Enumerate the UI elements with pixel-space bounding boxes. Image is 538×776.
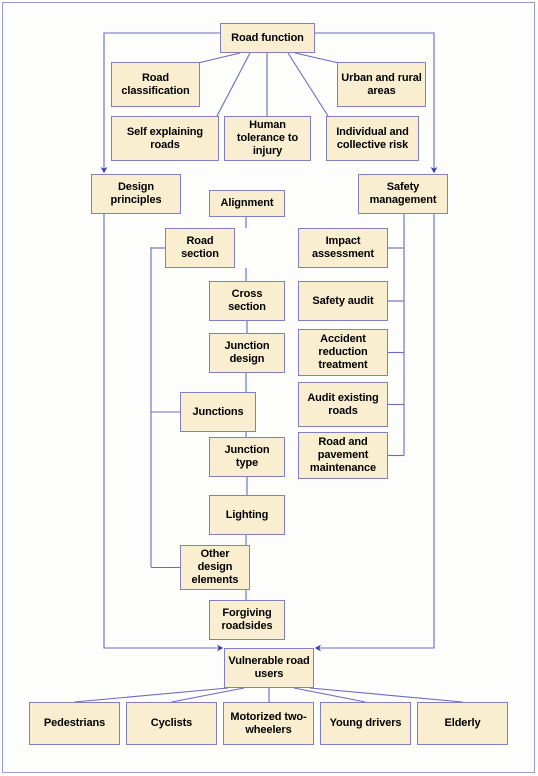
node-junctions[interactable]: Junctions	[180, 392, 256, 432]
node-elderly[interactable]: Elderly	[417, 702, 508, 745]
node-label: Design principles	[95, 181, 177, 207]
node-label: Vulnerable road users	[228, 655, 310, 681]
node-label: Junction design	[213, 340, 281, 366]
node-label: Young drivers	[324, 717, 407, 730]
node-young-drivers[interactable]: Young drivers	[320, 702, 411, 745]
node-cross-section[interactable]: Cross section	[209, 281, 285, 321]
node-label: Elderly	[421, 717, 504, 730]
node-road-classification[interactable]: Road classification	[111, 62, 200, 107]
node-label: Other design elements	[184, 548, 246, 587]
node-accident-reduction[interactable]: Accident reduction treatment	[298, 329, 388, 376]
node-label: Lighting	[213, 509, 281, 522]
node-vulnerable-road-users[interactable]: Vulnerable road users	[224, 648, 314, 688]
node-label: Accident reduction treatment	[302, 333, 384, 372]
node-forgiving-roadsides[interactable]: Forgiving roadsides	[209, 600, 285, 640]
node-label: Safety audit	[302, 295, 384, 308]
node-junction-type[interactable]: Junction type	[209, 437, 285, 477]
node-alignment[interactable]: Alignment	[209, 190, 285, 217]
node-label: Junctions	[184, 406, 252, 419]
node-label: Alignment	[213, 197, 281, 210]
diagram-canvas: Road function Road classification Urban an…	[0, 0, 538, 776]
node-human-tolerance[interactable]: Human tolerance to injury	[224, 116, 311, 161]
node-label: Human tolerance to injury	[228, 119, 307, 158]
node-impact-assessment[interactable]: Impact assessment	[298, 228, 388, 268]
node-label: Cyclists	[130, 717, 213, 730]
node-label: Self explaining roads	[115, 126, 215, 152]
node-self-explaining-roads[interactable]: Self explaining roads	[111, 116, 219, 161]
node-label: Road classification	[115, 72, 196, 98]
node-label: Road function	[224, 32, 311, 45]
node-safety-management[interactable]: Safety management	[358, 174, 448, 214]
node-label: Pedestrians	[33, 717, 116, 730]
node-audit-existing-roads[interactable]: Audit existing roads	[298, 382, 388, 427]
node-pedestrians[interactable]: Pedestrians	[29, 702, 120, 745]
node-motorized-two-wheelers[interactable]: Motorized two-wheelers	[223, 702, 314, 745]
node-label: Road section	[169, 235, 231, 261]
node-label: Cross section	[213, 288, 281, 314]
node-design-principles[interactable]: Design principles	[91, 174, 181, 214]
node-label: Motorized two-wheelers	[227, 711, 310, 737]
node-label: Forgiving roadsides	[213, 607, 281, 633]
node-road-section[interactable]: Road section	[165, 228, 235, 268]
node-label: Road and pavement maintenance	[302, 436, 384, 475]
node-other-design-elements[interactable]: Other design elements	[180, 545, 250, 590]
node-cyclists[interactable]: Cyclists	[126, 702, 217, 745]
node-label: Impact assessment	[302, 235, 384, 261]
node-road-function[interactable]: Road function	[220, 23, 315, 53]
node-junction-design[interactable]: Junction design	[209, 333, 285, 373]
node-lighting[interactable]: Lighting	[209, 495, 285, 535]
node-label: Junction type	[213, 444, 281, 470]
node-individual-risk[interactable]: Individual and collective risk	[326, 116, 419, 161]
node-road-pavement-maint[interactable]: Road and pavement maintenance	[298, 432, 388, 479]
node-label: Safety management	[362, 181, 444, 207]
node-label: Audit existing roads	[302, 392, 384, 418]
node-urban-rural-areas[interactable]: Urban and rural areas	[337, 62, 426, 107]
node-safety-audit[interactable]: Safety audit	[298, 281, 388, 321]
node-label: Individual and collective risk	[330, 126, 415, 152]
node-label: Urban and rural areas	[341, 72, 422, 98]
